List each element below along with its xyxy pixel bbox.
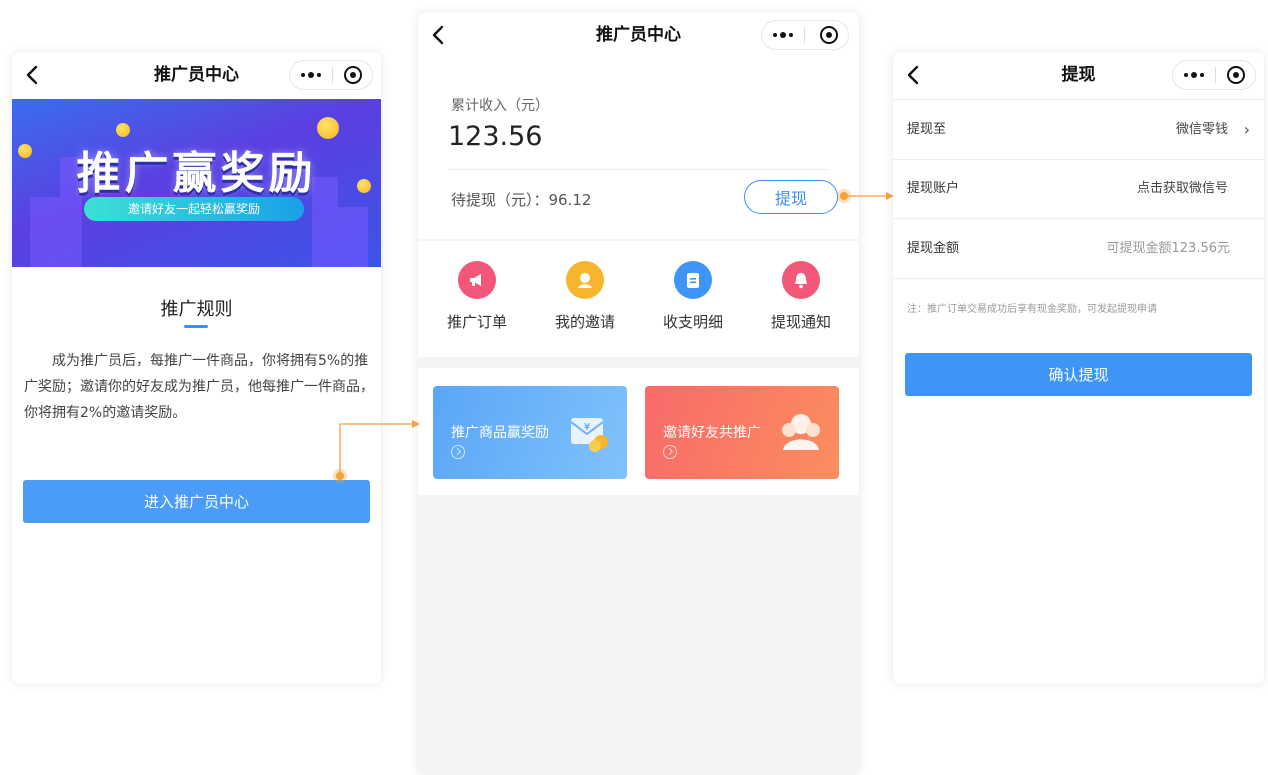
income-label: 累计收入（元） bbox=[451, 98, 549, 114]
title-underline bbox=[184, 325, 208, 328]
banner-decoration bbox=[30, 197, 60, 267]
row-withdraw-amount[interactable]: 提现金额 可提现金额123.56元 bbox=[893, 219, 1264, 279]
menu-label: 提现通知 bbox=[770, 313, 831, 331]
clipboard-icon bbox=[674, 261, 712, 299]
navbar: 推广员中心 bbox=[12, 52, 381, 99]
promo-card-promote-goods[interactable]: 推广商品赢奖励 ¥ bbox=[433, 386, 627, 479]
row-label: 提现至 bbox=[907, 122, 947, 137]
wallet-coin-icon: ¥ bbox=[570, 418, 608, 452]
row-label: 提现金额 bbox=[907, 241, 960, 256]
friends-icon bbox=[782, 414, 820, 450]
phone-promoter-intro: 推广员中心 推广赢奖励 邀请好友一起轻松赢奖励 推广规则 成为推广员后，每推广一… bbox=[12, 52, 381, 684]
more-icon[interactable] bbox=[1173, 61, 1215, 89]
user-icon bbox=[566, 261, 604, 299]
rules-text: 成为推广员后，每推广一件商品，你将拥有5%的推广奖励；邀请你的好友成为推广员，他… bbox=[24, 353, 374, 421]
navbar: 推广员中心 bbox=[418, 12, 859, 59]
capsule-divider bbox=[1215, 67, 1216, 83]
row-label: 提现账户 bbox=[907, 181, 960, 196]
get-wechat-id-link[interactable]: 点击获取微信号 bbox=[1137, 159, 1228, 218]
promo-card-invite-friends[interactable]: 邀请好友共推广 bbox=[645, 386, 839, 479]
menu-item-withdrawal-notice[interactable]: 提现通知 bbox=[756, 261, 846, 332]
capsule-menu bbox=[289, 60, 373, 90]
amount-input[interactable]: 可提现金额123.56元 bbox=[1107, 219, 1231, 278]
capsule-divider bbox=[332, 67, 333, 83]
banner-title: 推广赢奖励 bbox=[76, 148, 317, 199]
bell-icon bbox=[782, 261, 820, 299]
capsule-divider bbox=[804, 27, 805, 43]
arrow-right-icon bbox=[451, 445, 465, 459]
row-withdraw-account[interactable]: 提现账户 点击获取微信号 bbox=[893, 159, 1264, 219]
function-menu: 推广订单 我的邀请 收支明细 提现通知 bbox=[418, 241, 859, 357]
coin-icon bbox=[317, 117, 339, 139]
promo-label: 推广商品赢奖励 bbox=[451, 425, 549, 441]
divider bbox=[448, 169, 829, 170]
capsule-menu bbox=[761, 20, 849, 50]
income-value: 123.56 bbox=[448, 121, 543, 152]
phone-promoter-center: 推广员中心 累计收入（元） 123.56 待提现（元）：96.12 提现 推广订… bbox=[418, 12, 859, 775]
promo-section: 推广商品赢奖励 ¥ 邀请好友共推广 bbox=[418, 368, 859, 495]
menu-label: 我的邀请 bbox=[554, 313, 615, 331]
capsule-menu bbox=[1172, 60, 1256, 90]
chevron-right-icon: › bbox=[1243, 120, 1250, 139]
menu-item-promotion-orders[interactable]: 推广订单 bbox=[432, 261, 522, 332]
menu-label: 收支明细 bbox=[662, 313, 723, 331]
more-icon[interactable] bbox=[290, 61, 332, 89]
close-miniapp-icon[interactable] bbox=[820, 26, 838, 44]
pending-withdrawal: 待提现（元）：96.12 bbox=[451, 191, 592, 209]
banner-decoration bbox=[338, 207, 368, 267]
navbar: 提现 bbox=[893, 52, 1264, 99]
menu-item-transactions[interactable]: 收支明细 bbox=[648, 261, 738, 332]
coin-icon bbox=[116, 123, 130, 137]
banner-subtitle: 邀请好友一起轻松赢奖励 bbox=[84, 197, 304, 221]
close-miniapp-icon[interactable] bbox=[1227, 66, 1245, 84]
rules-title: 推广规则 bbox=[160, 299, 233, 320]
svg-text:¥: ¥ bbox=[584, 422, 590, 433]
row-value: 微信零钱 bbox=[1175, 122, 1228, 137]
more-icon[interactable] bbox=[762, 21, 804, 49]
promo-banner: 推广赢奖励 邀请好友一起轻松赢奖励 bbox=[12, 99, 381, 267]
confirm-withdraw-button[interactable]: 确认提现 bbox=[905, 353, 1252, 396]
megaphone-icon bbox=[458, 261, 496, 299]
income-card: 累计收入（元） 123.56 待提现（元）：96.12 提现 bbox=[418, 59, 859, 239]
withdraw-button[interactable]: 提现 bbox=[744, 180, 838, 214]
row-withdraw-to[interactable]: 提现至 微信零钱 › bbox=[893, 99, 1264, 160]
menu-label: 推广订单 bbox=[446, 313, 507, 331]
menu-item-my-invitations[interactable]: 我的邀请 bbox=[540, 261, 630, 332]
phone-withdrawal: 提现 提现至 微信零钱 › 提现账户 点击获取微信号 提现金额 可提现金额123… bbox=[893, 52, 1264, 684]
arrow-right-icon bbox=[663, 445, 677, 459]
close-miniapp-icon[interactable] bbox=[344, 66, 362, 84]
enter-promoter-center-button[interactable]: 进入推广员中心 bbox=[23, 480, 370, 523]
promo-label: 邀请好友共推广 bbox=[663, 425, 761, 441]
withdraw-note: 注：推广订单交易成功后享有现金奖励，可发起提现申请 bbox=[907, 304, 1157, 315]
